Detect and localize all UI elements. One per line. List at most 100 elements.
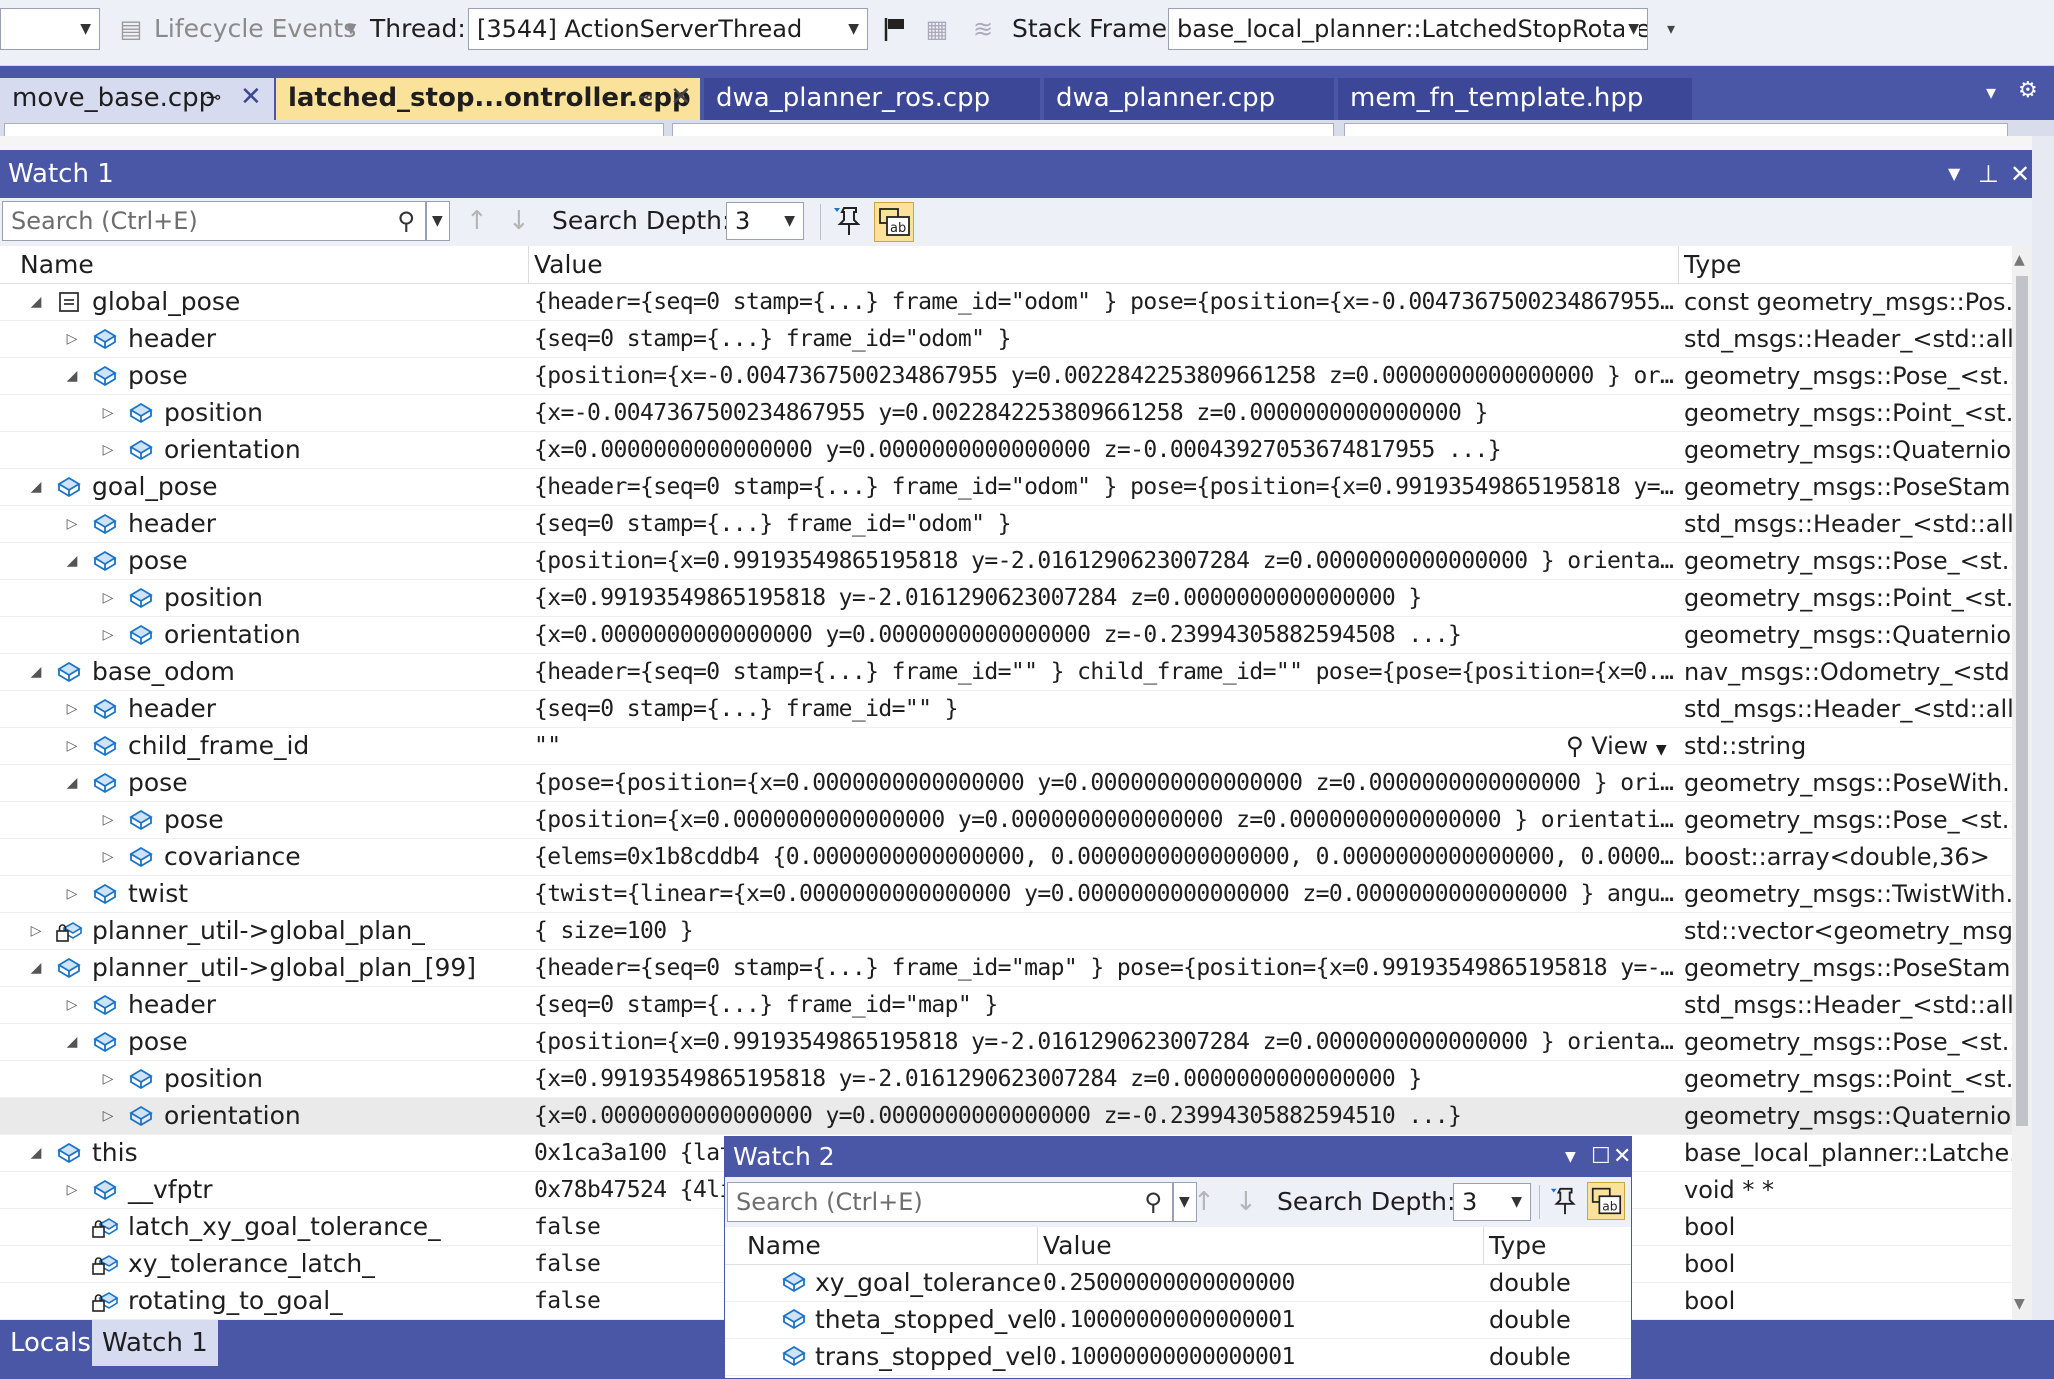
table-row[interactable]: ◢ pose {position={x=0.99193549865195818 y=…	[0, 1024, 2012, 1061]
table-row[interactable]: ▷ header {seq=0 stamp={...} frame_id="odom…	[0, 321, 2012, 358]
row-value[interactable]: {seq=0 stamp={...} frame_id="map" }	[534, 987, 1674, 1023]
row-value[interactable]: 0.10000000000000001	[1043, 1302, 1295, 1338]
expand-icon[interactable]: ▷	[100, 1061, 116, 1097]
expand-icon[interactable]: ▷	[64, 1172, 80, 1208]
row-value[interactable]: {seq=0 stamp={...} frame_id="odom" }	[534, 506, 1674, 542]
expand-icon[interactable]: ▷	[100, 432, 116, 468]
row-name[interactable]: orientation	[164, 432, 301, 468]
table-row[interactable]: ▷ header {seq=0 stamp={...} frame_id="odom…	[0, 506, 2012, 543]
process-combo[interactable]: ▼	[0, 8, 100, 50]
row-name[interactable]: global_pose	[92, 284, 240, 320]
gear-icon[interactable]: ⚙	[2018, 78, 2038, 103]
scroll-up-icon[interactable]: ▲	[2014, 252, 2025, 268]
scope-combo[interactable]	[4, 123, 664, 136]
column-value-header[interactable]: Value	[1043, 1227, 1112, 1265]
search-depth-combo[interactable]: 3 ▼	[1453, 1183, 1531, 1221]
toolbar-overflow-icon[interactable]: ▾	[1656, 14, 1686, 44]
table-row[interactable]: ◢ base_odom {header={seq=0 stamp={...} fra…	[0, 654, 2012, 691]
close-icon[interactable]: ✕	[2010, 150, 2030, 198]
expand-icon[interactable]: ▷	[100, 839, 116, 875]
row-name[interactable]: pose	[128, 543, 188, 579]
hex-display-toggle-icon[interactable]: ab	[874, 202, 914, 242]
maximize-icon[interactable]: ☐	[1591, 1137, 1611, 1177]
row-name[interactable]: xy_goal_tolerance	[815, 1265, 1041, 1301]
hex-display-toggle-icon[interactable]: ab	[1587, 1182, 1625, 1220]
row-value[interactable]: {header={seq=0 stamp={...} frame_id="map…	[534, 950, 1674, 986]
row-name[interactable]: goal_pose	[92, 469, 218, 505]
tab-move-base[interactable]: move_base.cpp ⊸ ✕	[0, 78, 274, 120]
tab-mem-fn-template[interactable]: mem_fn_template.hpp	[1338, 78, 1692, 120]
row-value[interactable]: {x=0.0000000000000000 y=0.00000000000000…	[534, 432, 1674, 468]
column-name-header[interactable]: Name	[20, 246, 94, 284]
expand-icon[interactable]: ▷	[64, 321, 80, 357]
row-name[interactable]: rotating_to_goal_	[128, 1283, 343, 1319]
row-name[interactable]: position	[164, 1061, 263, 1097]
row-name[interactable]: pose	[128, 765, 188, 801]
watch2-title-bar[interactable]: Watch 2 ▼ ☐ ✕	[725, 1137, 1631, 1177]
tab-locals[interactable]: Locals	[0, 1320, 101, 1366]
row-name[interactable]: pose	[128, 1024, 188, 1060]
column-divider[interactable]	[528, 246, 529, 284]
row-name[interactable]: child_frame_id	[128, 728, 309, 764]
table-row[interactable]: ▷ header {seq=0 stamp={...} frame_id="map"…	[0, 987, 2012, 1024]
table-row[interactable]: ▷ twist {twist={linear={x=0.00000000000000…	[0, 876, 2012, 913]
column-divider[interactable]	[1483, 1227, 1484, 1265]
search-previous-icon[interactable]: ↑	[466, 198, 488, 244]
close-icon[interactable]: ✕	[1613, 1137, 1631, 1177]
tab-dwa-planner-ros[interactable]: dwa_planner_ros.cpp	[704, 78, 1040, 120]
table-row[interactable]: ▷ position {x=0.99193549865195818 y=-2.016…	[0, 580, 2012, 617]
row-name[interactable]: header	[128, 691, 216, 727]
row-value[interactable]: {seq=0 stamp={...} frame_id="odom" }	[534, 321, 1674, 357]
row-value[interactable]: ""	[534, 728, 1674, 764]
row-value[interactable]: {header={seq=0 stamp={...} frame_id="odo…	[534, 284, 1674, 320]
row-name[interactable]: header	[128, 321, 216, 357]
expand-icon[interactable]: ▷	[100, 1098, 116, 1134]
expand-icon[interactable]: ▷	[64, 506, 80, 542]
tab-list-dropdown-icon[interactable]: ▾	[1986, 80, 1996, 104]
expand-icon[interactable]: ▷	[64, 728, 80, 764]
row-value[interactable]: {x=0.99193549865195818 y=-2.016129062300…	[534, 1061, 1674, 1097]
row-name[interactable]: __vfptr	[128, 1172, 213, 1208]
pin-icon[interactable]: ⊥	[1978, 150, 1999, 198]
table-row[interactable]: ▷ covariance {elems=0x1b8cddb4 {0.00000000…	[0, 839, 2012, 876]
table-row[interactable]: ◢ pose {position={x=0.99193549865195818 y=…	[0, 543, 2012, 580]
table-row[interactable]: theta_stopped_vel 0.10000000000000001 doub…	[725, 1302, 1631, 1339]
table-row[interactable]: trans_stopped_vel 0.10000000000000001 doub…	[725, 1339, 1631, 1376]
search-next-icon[interactable]: ↓	[1235, 1179, 1257, 1225]
pin-to-source-icon[interactable]	[832, 204, 866, 238]
table-row[interactable]: ▷ orientation {x=0.0000000000000000 y=0.00…	[0, 617, 2012, 654]
table-row[interactable]: ◢ pose {position={x=-0.0047367500234867955…	[0, 358, 2012, 395]
row-value[interactable]: {position={x=0.99193549865195818 y=-2.01…	[534, 1024, 1674, 1060]
show-threads-icon[interactable]: ≋	[968, 14, 998, 44]
search-options-dropdown[interactable]: ▼	[426, 201, 450, 241]
row-value[interactable]: {header={seq=0 stamp={...} frame_id="odo…	[534, 469, 1674, 505]
column-divider[interactable]	[1037, 1227, 1038, 1265]
search-next-icon[interactable]: ↓	[508, 198, 530, 244]
function-combo[interactable]	[1344, 123, 2008, 136]
row-name[interactable]: latch_xy_goal_tolerance_	[128, 1209, 441, 1245]
row-name[interactable]: twist	[128, 876, 188, 912]
watch2-search-input[interactable]: Search (Ctrl+E) ⚲	[727, 1182, 1173, 1222]
expand-icon[interactable]: ▷	[100, 802, 116, 838]
row-name[interactable]: planner_util->global_plan_[99]	[92, 950, 476, 986]
collapse-icon[interactable]: ◢	[28, 1135, 44, 1171]
row-value[interactable]: {pose={position={x=0.0000000000000000 y=…	[534, 765, 1674, 801]
collapse-icon[interactable]: ◢	[28, 950, 44, 986]
row-name[interactable]: pose	[164, 802, 224, 838]
row-value[interactable]: {elems=0x1b8cddb4 {0.0000000000000000, 0…	[534, 839, 1674, 875]
stack-frame-combo[interactable]: base_local_planner::LatchedStopRotate ▼	[1168, 8, 1648, 50]
collapse-icon[interactable]: ◢	[64, 1024, 80, 1060]
row-name[interactable]: base_odom	[92, 654, 235, 690]
row-name[interactable]: header	[128, 506, 216, 542]
column-divider[interactable]	[1678, 246, 1679, 284]
tab-dwa-planner[interactable]: dwa_planner.cpp	[1044, 78, 1334, 120]
row-value[interactable]: {seq=0 stamp={...} frame_id="" }	[534, 691, 1674, 727]
collapse-icon[interactable]: ◢	[28, 284, 44, 320]
table-row[interactable]: ▷ planner_util->global_plan_ { size=100 } s…	[0, 913, 2012, 950]
table-row[interactable]: ▷ orientation {x=0.0000000000000000 y=0.00…	[0, 1098, 2012, 1135]
expand-icon[interactable]: ▷	[28, 913, 44, 949]
row-value[interactable]: 0.25000000000000000	[1043, 1265, 1295, 1301]
tab-watch1[interactable]: Watch 1	[92, 1320, 218, 1366]
expand-icon[interactable]: ▷	[64, 987, 80, 1023]
table-row[interactable]: ▷ position {x=-0.0047367500234867955 y=0.0…	[0, 395, 2012, 432]
